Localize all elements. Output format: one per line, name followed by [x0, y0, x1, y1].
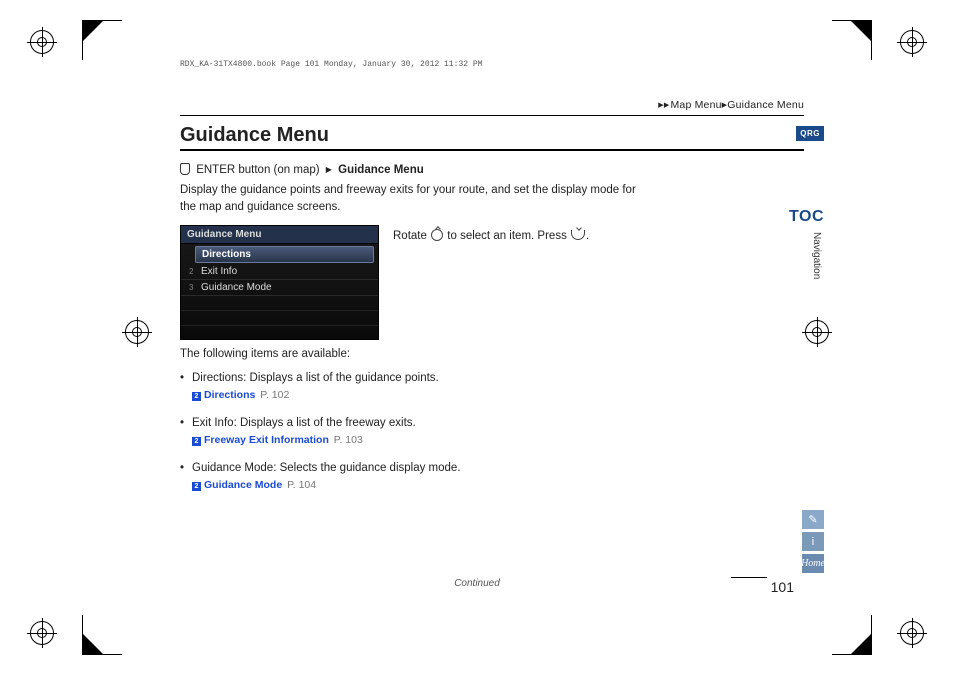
- cross-reference-link[interactable]: 2Freeway Exit Information P. 103: [192, 433, 804, 448]
- screenshot-menu-item: 2Exit Info: [181, 264, 378, 280]
- list-item: Guidance Mode: Selects the guidance disp…: [180, 460, 804, 493]
- registration-mark-icon: [30, 30, 54, 54]
- breadcrumb: Map Menu Guidance Menu: [180, 99, 804, 111]
- page-title: Guidance Menu: [180, 124, 804, 151]
- breadcrumb-item: Guidance Menu: [727, 99, 804, 111]
- crop-mark-icon: [832, 20, 872, 60]
- crop-mark-icon: [82, 20, 122, 60]
- arrow-icon: [323, 164, 335, 176]
- registration-mark-icon: [900, 30, 924, 54]
- nav-path-text: ENTER button (on map): [196, 164, 319, 176]
- link-square-icon: 2: [192, 482, 201, 491]
- page-number: 101: [771, 579, 794, 595]
- side-button-info[interactable]: i: [802, 532, 824, 551]
- crop-mark-icon: [82, 615, 122, 655]
- breadcrumb-arrow-icon: [658, 99, 670, 111]
- intro-text: Display the guidance points and freeway …: [180, 182, 640, 215]
- item-name: Exit Info: [192, 417, 234, 429]
- device-screenshot: Guidance Menu Directions 2Exit Info 3Gui…: [180, 225, 379, 340]
- item-list: Directions: Displays a list of the guida…: [180, 370, 804, 492]
- list-item: Exit Info: Displays a list of the freewa…: [180, 415, 804, 448]
- registration-mark-icon: [30, 621, 54, 645]
- registration-mark-icon: [805, 320, 829, 344]
- screenshot-menu-item: 3Guidance Mode: [181, 280, 378, 296]
- screenshot-title: Guidance Menu: [181, 226, 378, 244]
- item-desc: : Selects the guidance display mode.: [273, 462, 460, 474]
- following-text: The following items are available:: [180, 348, 804, 360]
- cross-reference-link[interactable]: 2Guidance Mode P. 104: [192, 478, 804, 493]
- print-header: RDX_KA-31TX4800.book Page 101 Monday, Ja…: [180, 60, 804, 69]
- page-content: RDX_KA-31TX4800.book Page 101 Monday, Ja…: [180, 60, 804, 605]
- link-square-icon: 2: [192, 392, 201, 401]
- breadcrumb-item: Map Menu: [670, 99, 721, 111]
- item-desc: : Displays a list of the freeway exits.: [234, 417, 416, 429]
- instruction-text: Rotate to select an item. Press .: [393, 225, 589, 340]
- crop-mark-icon: [832, 615, 872, 655]
- nav-path: ENTER button (on map) Guidance Menu: [180, 161, 804, 176]
- section-label: Navigation: [811, 232, 822, 279]
- registration-mark-icon: [125, 320, 149, 344]
- item-name: Directions: [192, 372, 243, 384]
- link-square-icon: 2: [192, 437, 201, 446]
- press-button-icon: [571, 230, 585, 240]
- registration-mark-icon: [900, 621, 924, 645]
- rotate-dial-icon: [431, 229, 443, 241]
- nav-path-target: Guidance Menu: [338, 164, 424, 176]
- horizontal-rule: [180, 115, 804, 116]
- item-desc: : Displays a list of the guidance points…: [243, 372, 439, 384]
- side-button-voice[interactable]: ✎: [802, 510, 824, 529]
- enter-button-icon: [180, 163, 190, 175]
- side-button-home[interactable]: Home: [802, 554, 824, 573]
- cross-reference-link[interactable]: 2Directions P. 102: [192, 388, 804, 403]
- continued-label: Continued: [454, 578, 500, 589]
- list-item: Directions: Displays a list of the guida…: [180, 370, 804, 403]
- screenshot-menu-item: Directions: [195, 246, 374, 263]
- item-name: Guidance Mode: [192, 462, 273, 474]
